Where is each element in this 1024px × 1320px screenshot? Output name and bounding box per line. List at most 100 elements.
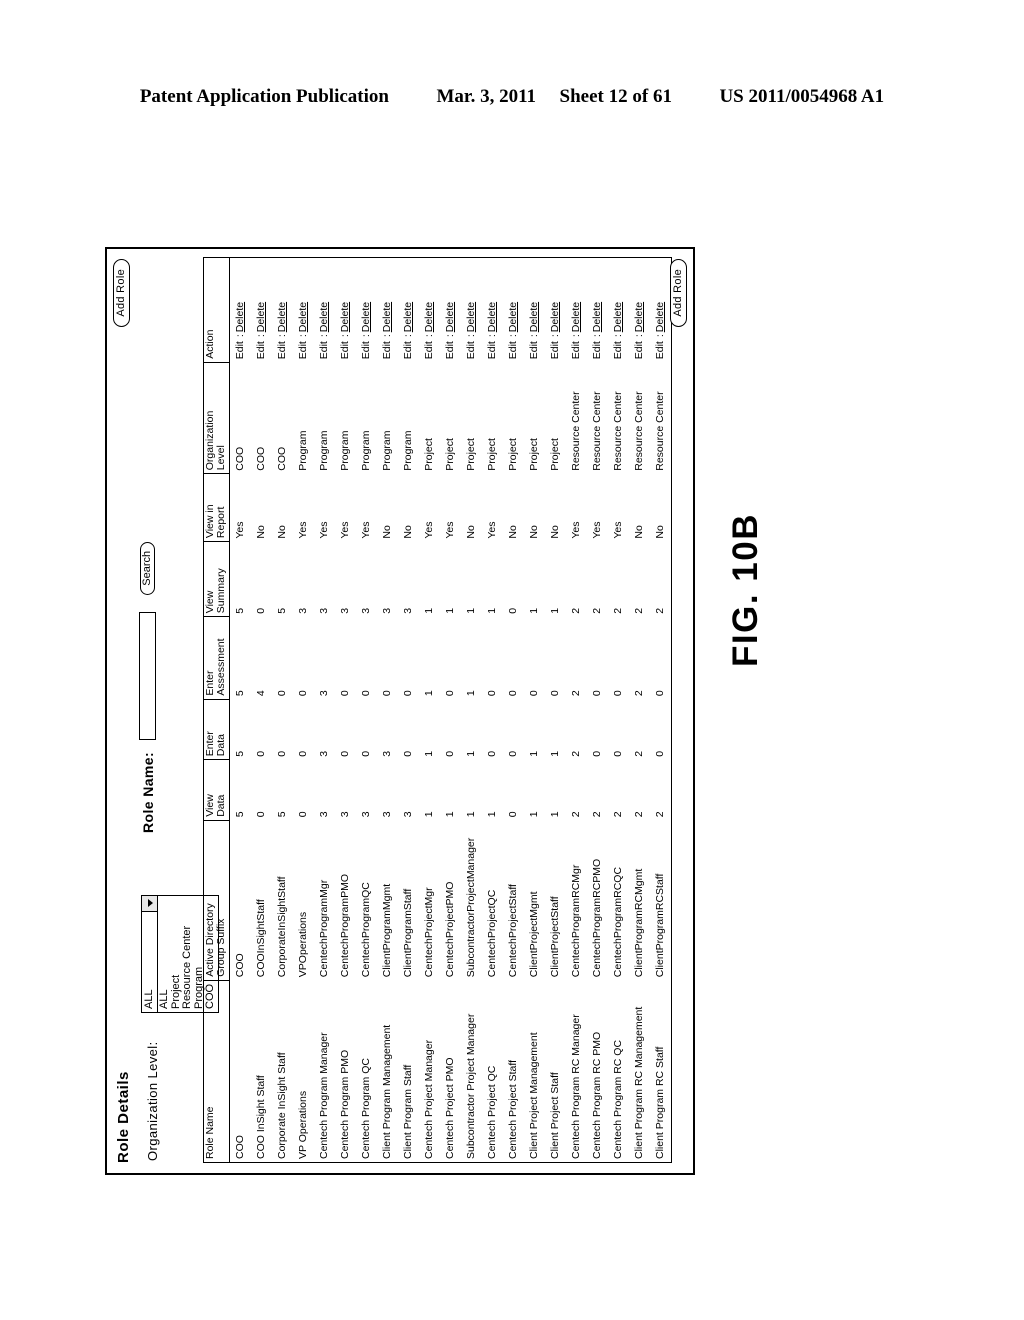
edit-link[interactable]: Edit — [234, 339, 246, 359]
cell-role-name: Client Project Management — [528, 1032, 540, 1159]
delete-link[interactable]: Delete — [381, 300, 393, 332]
cell-enter-data: 3 — [381, 750, 393, 757]
cell-enter-assessment: 0 — [549, 690, 561, 697]
cell-ad-suffix: ClientProjectStaff — [549, 896, 561, 978]
table-row: COO COO 5 5 5 5 Yes COO Edit: Delete — [230, 258, 252, 1162]
cell-view-summary: 1 — [486, 607, 498, 614]
cell-view-data: 1 — [465, 811, 477, 818]
edit-link[interactable]: Edit — [381, 339, 393, 359]
edit-link[interactable]: Edit — [255, 339, 267, 359]
cell-ad-suffix: CentechProgramMgr — [318, 879, 330, 978]
org-level-option[interactable]: Resource Center — [181, 898, 194, 1009]
delete-link[interactable]: Delete — [339, 300, 351, 332]
edit-link[interactable]: Edit — [423, 339, 435, 359]
edit-link[interactable]: Edit — [507, 339, 519, 359]
chevron-down-icon[interactable] — [142, 896, 157, 912]
edit-link[interactable]: Edit — [633, 339, 645, 359]
delete-link[interactable]: Delete — [255, 300, 267, 332]
add-role-button-bottom[interactable]: Add Role — [670, 259, 687, 327]
cell-view-data: 3 — [339, 811, 351, 818]
cell-role-name: Client Program Management — [381, 1024, 393, 1159]
filter-bar: Organization Level: ALL ALL Project Resour… — [139, 259, 219, 1163]
cell-ad-suffix: CorporateInSightStaff — [276, 876, 288, 978]
cell-enter-data: 1 — [528, 750, 540, 757]
table-row: COO InSight Staff COOInSightStaff 0 0 4 0 No CO… — [251, 258, 272, 1162]
delete-link[interactable]: Delete — [318, 300, 330, 332]
organization-level-select[interactable]: ALL — [141, 895, 158, 1013]
cell-org-level: Project — [444, 438, 456, 471]
table-row: Centech Program Manager CentechProgramMgr… — [314, 258, 335, 1162]
cell-enter-data: 3 — [318, 750, 330, 757]
edit-link[interactable]: Edit — [486, 339, 498, 359]
delete-link[interactable]: Delete — [234, 300, 246, 332]
cell-enter-data: 0 — [402, 750, 414, 757]
cell-view-data: 2 — [570, 811, 582, 818]
edit-link[interactable]: Edit — [528, 339, 540, 359]
cell-view-in-report: No — [402, 525, 414, 539]
action-separator: : — [402, 334, 414, 338]
cell-org-level: Program — [339, 430, 351, 471]
edit-link[interactable]: Edit — [444, 339, 456, 359]
delete-link[interactable]: Delete — [276, 300, 288, 332]
edit-link[interactable]: Edit — [612, 339, 624, 359]
edit-link[interactable]: Edit — [297, 339, 309, 359]
cell-ad-suffix: CentechProgramRCQC — [612, 866, 624, 978]
search-button[interactable]: Search — [140, 541, 156, 595]
delete-link[interactable]: Delete — [486, 300, 498, 332]
edit-link[interactable]: Edit — [360, 339, 372, 359]
edit-link[interactable]: Edit — [465, 339, 477, 359]
cell-view-summary: 5 — [276, 607, 288, 614]
cell-ad-suffix: CentechProgramRCPMO — [591, 858, 603, 978]
delete-link[interactable]: Delete — [465, 300, 477, 332]
cell-view-summary: 2 — [654, 607, 666, 614]
cell-view-summary: 0 — [255, 607, 267, 614]
cell-enter-data: 1 — [549, 750, 561, 757]
org-level-option[interactable]: ALL — [158, 898, 171, 1009]
delete-link[interactable]: Delete — [612, 300, 624, 332]
cell-view-in-report: No — [549, 525, 561, 539]
cell-view-summary: 3 — [339, 607, 351, 614]
delete-link[interactable]: Delete — [507, 300, 519, 332]
edit-link[interactable]: Edit — [318, 339, 330, 359]
cell-ad-suffix: ClientProjectMgmt — [528, 891, 540, 978]
cell-role-name: Centech Project Manager — [423, 1039, 435, 1159]
delete-link[interactable]: Delete — [423, 300, 435, 332]
delete-link[interactable]: Delete — [633, 300, 645, 332]
role-name-input[interactable] — [139, 612, 157, 741]
cell-view-summary: 2 — [612, 607, 624, 614]
action-separator: : — [297, 334, 309, 338]
edit-link[interactable]: Edit — [402, 339, 414, 359]
action-separator: : — [528, 334, 540, 338]
role-name-filter: Role Name: Search — [139, 541, 157, 833]
delete-link[interactable]: Delete — [360, 300, 372, 332]
page-title: Role Details — [115, 1071, 132, 1163]
cell-action: Edit: Delete — [356, 258, 377, 362]
add-role-button-top[interactable]: Add Role — [113, 259, 130, 327]
delete-link[interactable]: Delete — [549, 300, 561, 332]
cell-ad-suffix: CentechProjectQC — [486, 889, 498, 978]
cell-enter-assessment: 3 — [318, 690, 330, 697]
cell-enter-assessment: 0 — [276, 690, 288, 697]
cell-ad-suffix: COOInSightStaff — [255, 899, 267, 978]
edit-link[interactable]: Edit — [654, 339, 666, 359]
edit-link[interactable]: Edit — [591, 339, 603, 359]
edit-link[interactable]: Edit — [339, 339, 351, 359]
delete-link[interactable]: Delete — [570, 300, 582, 332]
delete-link[interactable]: Delete — [528, 300, 540, 332]
edit-link[interactable]: Edit — [276, 339, 288, 359]
delete-link[interactable]: Delete — [402, 300, 414, 332]
edit-link[interactable]: Edit — [549, 339, 561, 359]
delete-link[interactable]: Delete — [297, 300, 309, 332]
cell-action: Edit: Delete — [650, 258, 671, 362]
cell-action: Edit: Delete — [440, 258, 461, 362]
cell-view-in-report: Yes — [486, 521, 498, 539]
sheet-label: Sheet 12 of 61 — [559, 86, 672, 107]
delete-link[interactable]: Delete — [591, 300, 603, 332]
cell-action: Edit: Delete — [566, 258, 587, 362]
edit-link[interactable]: Edit — [570, 339, 582, 359]
delete-link[interactable]: Delete — [444, 300, 456, 332]
delete-link[interactable]: Delete — [654, 300, 666, 332]
cell-view-in-report: Yes — [318, 521, 330, 539]
cell-view-summary: 2 — [591, 607, 603, 614]
cell-role-name: COO InSight Staff — [255, 1075, 267, 1159]
